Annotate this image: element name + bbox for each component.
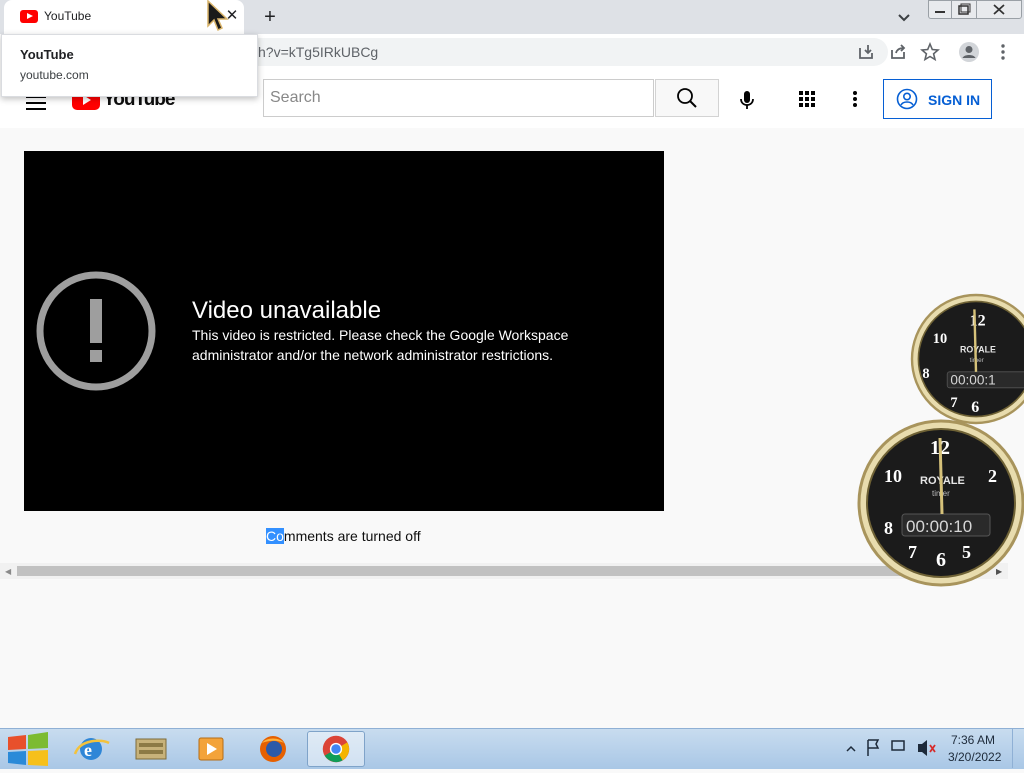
scroll-left-arrow-icon[interactable]: ◀ (5, 567, 11, 576)
window-close-button[interactable] (976, 0, 1022, 19)
chrome-taskbar-button[interactable] (307, 731, 365, 767)
taskbar-clock-date[interactable]: 3/20/2022 (948, 750, 1001, 764)
taskbar-clock-time[interactable]: 7:36 AM (951, 733, 995, 747)
sign-in-label: SIGN IN (928, 92, 981, 108)
voice-search-microphone-icon[interactable] (735, 88, 759, 112)
hover-card-title: YouTube (20, 47, 74, 62)
tab-strip: YouTube ✕ + (0, 0, 1024, 34)
mouse-cursor-icon (207, 0, 229, 32)
firefox-icon[interactable] (244, 731, 302, 767)
svg-text:10: 10 (884, 466, 902, 486)
window-restore-button[interactable] (951, 0, 977, 19)
address-bar-url[interactable]: h?v=kTg5IRkUBCg (258, 44, 378, 60)
account-circle-icon (896, 88, 918, 110)
hover-card-domain: youtube.com (20, 68, 89, 82)
clock-brand: ROYALE (960, 345, 996, 355)
youtube-favicon-icon (20, 10, 38, 23)
svg-text:10: 10 (933, 331, 947, 347)
internet-explorer-icon[interactable]: e (62, 731, 120, 767)
window-minimize-button[interactable] (928, 0, 952, 19)
tab-title: YouTube (44, 9, 92, 23)
show-hidden-icons-icon (846, 745, 856, 752)
settings-more-icon[interactable] (846, 89, 864, 109)
share-icon[interactable] (888, 42, 908, 62)
media-player-icon[interactable] (182, 731, 240, 767)
clock-gadget-bottom[interactable]: 12 10 2 8 7 6 5 ROYALE timer 00:00:10 (856, 418, 1024, 588)
clock-readout-top: 00:00:1 (950, 373, 995, 388)
install-app-icon[interactable] (856, 42, 876, 62)
network-icon (891, 740, 905, 751)
svg-text:6: 6 (971, 399, 979, 416)
volume-muted-icon (918, 740, 927, 756)
tab-hover-card: YouTube youtube.com (1, 34, 258, 97)
tray-icons (846, 739, 936, 756)
error-message: This video is restricted. Please check t… (192, 327, 569, 363)
start-button-windows-logo-icon[interactable] (0, 729, 56, 769)
search-box[interactable] (263, 79, 654, 117)
svg-text:6: 6 (936, 549, 946, 571)
file-explorer-library-icon[interactable] (122, 731, 180, 767)
profile-avatar-icon[interactable] (958, 41, 980, 63)
svg-text:7: 7 (908, 542, 917, 562)
svg-text:2: 2 (988, 466, 997, 486)
youtube-apps-grid-icon[interactable] (797, 89, 817, 109)
selected-text: Co (266, 528, 284, 544)
chrome-icon (322, 735, 350, 763)
sign-in-button[interactable]: SIGN IN (883, 79, 992, 119)
svg-text:7: 7 (950, 395, 957, 411)
bookmark-star-icon[interactable] (920, 42, 940, 62)
clock-readout-bottom: 00:00:10 (906, 517, 972, 536)
new-tab-button[interactable]: + (258, 5, 282, 29)
browser-menu-icon[interactable] (993, 42, 1013, 62)
error-exclamation-icon (36, 271, 156, 391)
error-title: Video unavailable (192, 297, 382, 324)
comments-message-rest: mments are turned off (283, 528, 421, 544)
show-desktop-button[interactable] (1012, 729, 1024, 768)
search-button[interactable] (655, 79, 719, 117)
svg-text:8: 8 (922, 366, 929, 382)
clock-sub: timer (970, 357, 985, 364)
search-icon (677, 88, 697, 108)
svg-text:12: 12 (970, 312, 986, 329)
guide-menu-icon[interactable] (26, 96, 46, 110)
svg-text:8: 8 (884, 518, 893, 538)
action-center-flag-icon (867, 739, 880, 756)
comments-disabled-message: Comments are turned off (266, 528, 421, 544)
svg-text:5: 5 (962, 542, 971, 562)
tab-search-chevron-icon[interactable] (893, 6, 915, 28)
scrollbar-thumb[interactable] (17, 566, 957, 576)
search-input[interactable] (264, 80, 642, 116)
video-player[interactable]: Video unavailable This video is restrict… (24, 151, 664, 511)
